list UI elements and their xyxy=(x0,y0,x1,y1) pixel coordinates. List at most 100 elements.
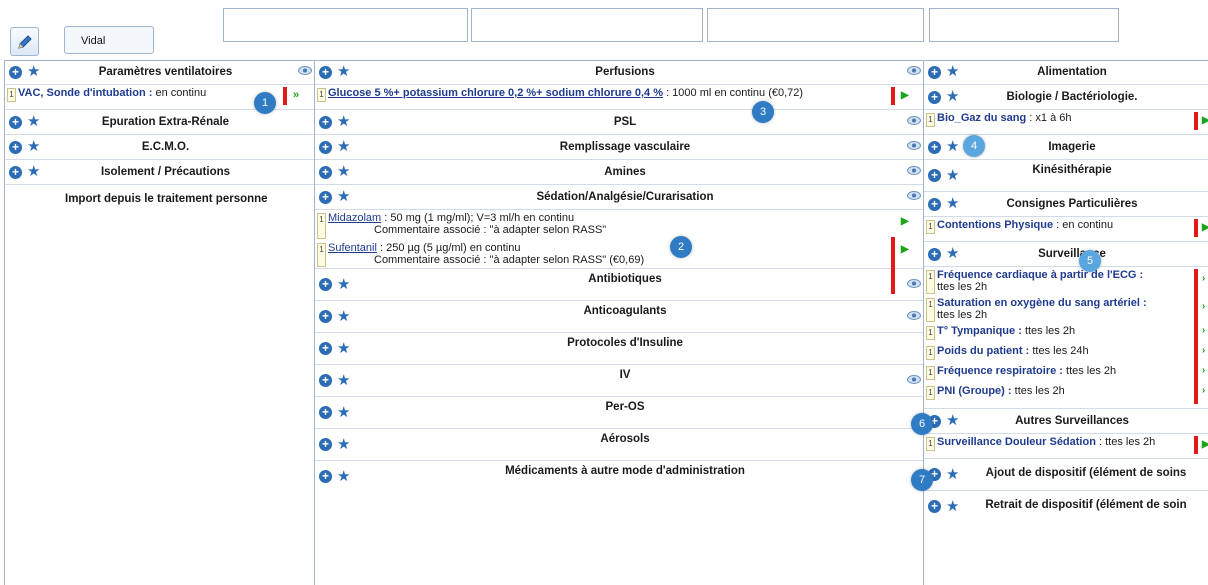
plus-circle-icon[interactable]: + xyxy=(319,342,332,355)
plus-circle-icon[interactable]: + xyxy=(319,190,332,204)
item-name[interactable]: Poids du patient xyxy=(937,345,1023,357)
section-biologie[interactable]: + ★ Biologie / Bactériologie. xyxy=(924,85,1208,110)
item-name[interactable]: Contentions Physique xyxy=(937,219,1053,231)
item-name[interactable]: Fréquence cardiaque à partir de l'ECG xyxy=(937,269,1136,281)
plus-circle-icon[interactable]: + xyxy=(9,165,22,179)
section-alimentation[interactable]: + ★ Alimentation xyxy=(924,60,1208,85)
list-item-douleur[interactable]: 1 Surveillance Douleur Sédation : ttes l… xyxy=(924,434,1208,459)
top-field-3[interactable] xyxy=(707,8,924,42)
list-item[interactable]: 1 Fréquence cardiaque à partir de l'ECG … xyxy=(924,267,1208,295)
top-field-1[interactable] xyxy=(223,8,468,42)
eye-icon[interactable] xyxy=(907,191,921,200)
vidal-button[interactable]: Vidal xyxy=(64,26,154,54)
plus-circle-icon[interactable]: + xyxy=(928,169,941,182)
plus-circle-icon[interactable]: + xyxy=(928,197,941,211)
section-consignes[interactable]: + ★ Consignes Particulières xyxy=(924,192,1208,217)
eye-icon[interactable] xyxy=(907,141,921,150)
section-per-os[interactable]: + ★ Per-OS xyxy=(315,397,923,429)
plus-circle-icon[interactable]: + xyxy=(319,115,332,129)
plus-circle-icon[interactable]: + xyxy=(319,278,332,291)
plus-circle-icon[interactable]: + xyxy=(928,247,941,261)
play-arrow-icon[interactable]: ▶ xyxy=(901,90,909,101)
eye-icon[interactable] xyxy=(907,375,921,384)
section-aerosols[interactable]: + ★ Aérosols xyxy=(315,429,923,461)
item-name[interactable]: T° Tympanique xyxy=(937,325,1015,337)
list-item-sufentanil[interactable]: 1 Sufentanil : 250 µg (5 µg/ml) en conti… xyxy=(315,240,923,269)
eye-icon[interactable] xyxy=(907,116,921,125)
eye-icon[interactable] xyxy=(907,311,921,320)
section-autres-surveillances[interactable]: + ★ Autres Surveillances xyxy=(924,409,1208,434)
section-anticoagulants[interactable]: + ★ Anticoagulants xyxy=(315,301,923,333)
eye-icon[interactable] xyxy=(298,66,312,75)
star-icon[interactable]: ★ xyxy=(946,499,959,514)
section-kine[interactable]: + ★ Kinésithérapie xyxy=(924,160,1208,192)
play-arrow-icon[interactable]: ▶ xyxy=(1202,439,1208,450)
item-name[interactable]: Bio_Gaz du sang xyxy=(937,112,1026,124)
section-amines[interactable]: + ★ Amines xyxy=(315,160,923,185)
play-arrow-icon[interactable]: ▶ xyxy=(1202,222,1208,233)
list-item-midazolam[interactable]: 1 Midazolam : 50 mg (1 mg/ml); V=3 ml/h … xyxy=(315,210,923,240)
plus-circle-icon[interactable]: + xyxy=(9,115,22,129)
section-psl[interactable]: + ★ PSL xyxy=(315,110,923,135)
list-item[interactable]: 1 Fréquence respiratoire : ttes les 2h › xyxy=(924,363,1208,383)
plus-circle-icon[interactable]: + xyxy=(9,140,22,154)
list-item[interactable]: 1 Saturation en oxygène du sang artériel… xyxy=(924,295,1208,323)
eye-icon[interactable] xyxy=(907,66,921,75)
section-retrait-dispositif[interactable]: + ★ Retrait de dispositif (élément de so… xyxy=(924,491,1208,522)
plus-circle-icon[interactable]: + xyxy=(319,470,332,483)
item-name[interactable]: Midazolam xyxy=(328,212,381,224)
edit-button[interactable] xyxy=(10,27,39,56)
chevron-right-icon[interactable]: › xyxy=(1202,301,1205,312)
section-ecmo[interactable]: + ★ E.C.M.O. xyxy=(5,135,314,160)
chevron-right-icon[interactable]: › xyxy=(1202,345,1205,356)
section-perfusions[interactable]: + ★ Perfusions xyxy=(315,60,923,85)
item-name[interactable]: Fréquence respiratoire xyxy=(937,365,1056,377)
list-item[interactable]: 1 PNI (Groupe) : ttes les 2h › xyxy=(924,383,1208,403)
section-ajout-dispositif[interactable]: + ★ Ajout de dispositif (élément de soin… xyxy=(924,459,1208,491)
item-name[interactable]: PNI (Groupe) xyxy=(937,385,1005,397)
eye-icon[interactable] xyxy=(907,279,921,288)
plus-circle-icon[interactable]: + xyxy=(928,140,941,154)
chevron-right-icon[interactable]: › xyxy=(1202,365,1205,376)
section-isolement[interactable]: + ★ Isolement / Précautions xyxy=(5,160,314,185)
list-item[interactable]: 1 Poids du patient : ttes les 24h › xyxy=(924,343,1208,363)
plus-circle-icon[interactable]: + xyxy=(928,65,941,79)
list-item[interactable]: 1 T° Tympanique : ttes les 2h › xyxy=(924,323,1208,343)
play-arrow-icon[interactable]: ▶ xyxy=(1202,115,1208,126)
plus-circle-icon[interactable]: + xyxy=(319,406,332,419)
plus-circle-icon[interactable]: + xyxy=(319,140,332,154)
section-insuline[interactable]: + ★ Protocoles d'Insuline xyxy=(315,333,923,365)
plus-circle-icon[interactable]: + xyxy=(928,90,941,104)
plus-circle-icon[interactable]: + xyxy=(319,374,332,387)
plus-circle-icon[interactable]: + xyxy=(319,310,332,323)
section-epuration[interactable]: + ★ Epuration Extra-Rénale xyxy=(5,110,314,135)
eye-icon[interactable] xyxy=(907,166,921,175)
double-arrow-icon[interactable]: » xyxy=(293,89,299,101)
item-name[interactable]: VAC, Sonde d'intubation xyxy=(18,87,146,99)
section-sedation[interactable]: + ★ Sédation/Analgésie/Curarisation xyxy=(315,185,923,210)
chevron-right-icon[interactable]: › xyxy=(1202,385,1205,396)
plus-circle-icon[interactable]: + xyxy=(319,165,332,179)
play-arrow-icon[interactable]: ▶ xyxy=(901,244,909,255)
section-surveillance[interactable]: + ★ Surveillance xyxy=(924,242,1208,267)
item-name[interactable]: Glucose 5 %+ potassium chlorure 0,2 %+ s… xyxy=(328,87,663,99)
item-name[interactable]: Saturation en oxygène du sang artériel xyxy=(937,297,1140,309)
section-autres-modes[interactable]: + ★ Médicaments à autre mode d'administr… xyxy=(315,461,923,492)
list-item-bio[interactable]: 1 Bio_Gaz du sang : x1 à 6h ▶ xyxy=(924,110,1208,135)
star-icon[interactable]: ★ xyxy=(946,467,959,482)
import-label[interactable]: Import depuis le traitement personne xyxy=(65,193,268,205)
section-remplissage[interactable]: + ★ Remplissage vasculaire xyxy=(315,135,923,160)
list-item-glucose[interactable]: 1 Glucose 5 %+ potassium chlorure 0,2 %+… xyxy=(315,85,923,110)
item-name[interactable]: Sufentanil xyxy=(328,242,377,254)
import-row[interactable]: Import depuis le traitement personne xyxy=(5,185,314,215)
chevron-right-icon[interactable]: › xyxy=(1202,273,1205,284)
play-arrow-icon[interactable]: ▶ xyxy=(901,216,909,227)
plus-circle-icon[interactable]: + xyxy=(319,438,332,451)
plus-circle-icon[interactable]: + xyxy=(928,500,941,513)
top-field-4[interactable] xyxy=(929,8,1119,42)
plus-circle-icon[interactable]: + xyxy=(319,65,332,79)
chevron-right-icon[interactable]: › xyxy=(1202,325,1205,336)
plus-circle-icon[interactable]: + xyxy=(9,65,22,79)
section-antibiotiques[interactable]: + ★ Antibiotiques xyxy=(315,269,923,301)
top-field-2[interactable] xyxy=(471,8,703,42)
